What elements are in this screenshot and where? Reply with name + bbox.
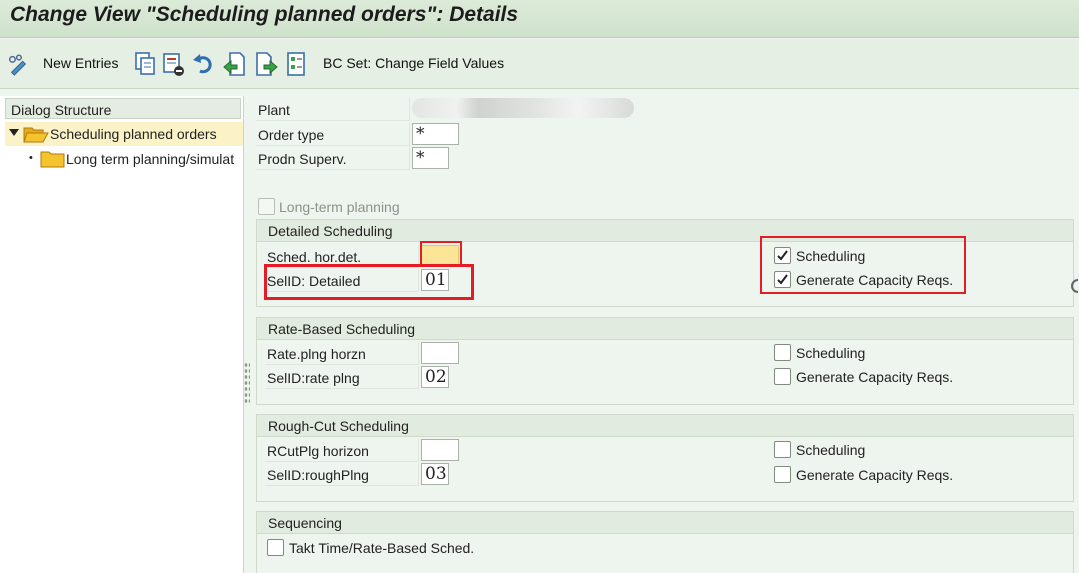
undo-icon[interactable] xyxy=(192,51,216,77)
plant-value-redacted xyxy=(412,98,634,118)
application-toolbar: New Entries BC Set: Change Field Values xyxy=(0,39,1079,89)
bullet-icon: • xyxy=(29,152,33,164)
open-folder-icon xyxy=(23,127,49,143)
selid-rate-plng-input[interactable]: 02 xyxy=(421,366,449,388)
order-type-label: Order type xyxy=(256,123,410,146)
group-title: Rough-Cut Scheduling xyxy=(257,415,1073,437)
prodn-superv-input[interactable]: * xyxy=(412,147,449,169)
next-entry-icon[interactable] xyxy=(255,51,279,77)
select-block-icon[interactable] xyxy=(285,51,309,77)
rate-plng-horzn-label: Rate.plng horzn xyxy=(265,342,419,365)
rate-scheduling-label: Scheduling xyxy=(796,345,866,361)
group-title: Rate-Based Scheduling xyxy=(257,318,1073,340)
order-type-input[interactable]: * xyxy=(412,123,459,145)
copy-icon[interactable] xyxy=(133,51,157,77)
page-title: Change View "Scheduling planned orders":… xyxy=(10,3,519,26)
folder-icon xyxy=(40,151,65,168)
new-entries-button[interactable]: New Entries xyxy=(43,55,118,71)
rough-capacity-label: Generate Capacity Reqs. xyxy=(796,467,954,483)
pane-splitter[interactable] xyxy=(244,362,250,404)
display-change-icon[interactable] xyxy=(6,51,30,77)
rate-plng-horzn-input[interactable] xyxy=(421,342,459,364)
highlight-selid-detailed xyxy=(264,264,474,300)
selid-roughplng-input[interactable]: 03 xyxy=(421,463,449,485)
plant-label: Plant xyxy=(256,98,410,121)
delete-icon[interactable] xyxy=(162,51,186,77)
rcutplg-horizon-input[interactable] xyxy=(421,439,459,461)
rough-capacity-checkbox[interactable] xyxy=(774,466,791,483)
dialog-structure-title: Dialog Structure xyxy=(5,98,241,119)
highlight-detailed-checkboxes xyxy=(760,236,966,294)
scroll-indicator-icon[interactable] xyxy=(1070,278,1079,294)
rate-capacity-checkbox[interactable] xyxy=(774,368,791,385)
tree-item-label: Long term planning/simulat xyxy=(66,151,235,167)
title-bar: Change View "Scheduling planned orders":… xyxy=(0,0,1079,38)
takt-time-label: Takt Time/Rate-Based Sched. xyxy=(289,540,475,556)
selid-rate-plng-label: SelID:rate plng xyxy=(265,366,419,389)
long-term-planning-label: Long-term planning xyxy=(279,199,400,215)
takt-time-checkbox[interactable] xyxy=(267,539,284,556)
long-term-planning-checkbox[interactable] xyxy=(258,198,275,215)
previous-entry-icon[interactable] xyxy=(222,51,246,77)
rate-scheduling-checkbox[interactable] xyxy=(774,344,791,361)
rough-scheduling-label: Scheduling xyxy=(796,442,866,458)
rate-capacity-label: Generate Capacity Reqs. xyxy=(796,369,954,385)
expand-arrow-icon[interactable] xyxy=(9,129,19,137)
bc-set-change-field-values-button[interactable]: BC Set: Change Field Values xyxy=(323,55,504,71)
group-title: Sequencing xyxy=(257,512,1073,534)
tree-item-scheduling-planned-orders[interactable]: Scheduling planned orders xyxy=(5,122,243,146)
prodn-superv-label: Prodn Superv. xyxy=(256,147,410,170)
rough-scheduling-checkbox[interactable] xyxy=(774,441,791,458)
selid-roughplng-label: SelID:roughPlng xyxy=(265,463,419,486)
rcutplg-horizon-label: RCutPlg horizon xyxy=(265,439,419,462)
tree-item-label: Scheduling planned orders xyxy=(50,126,217,142)
highlight-horizon-field xyxy=(420,241,462,265)
dialog-structure-pane: Dialog Structure Scheduling planned orde… xyxy=(0,96,244,573)
